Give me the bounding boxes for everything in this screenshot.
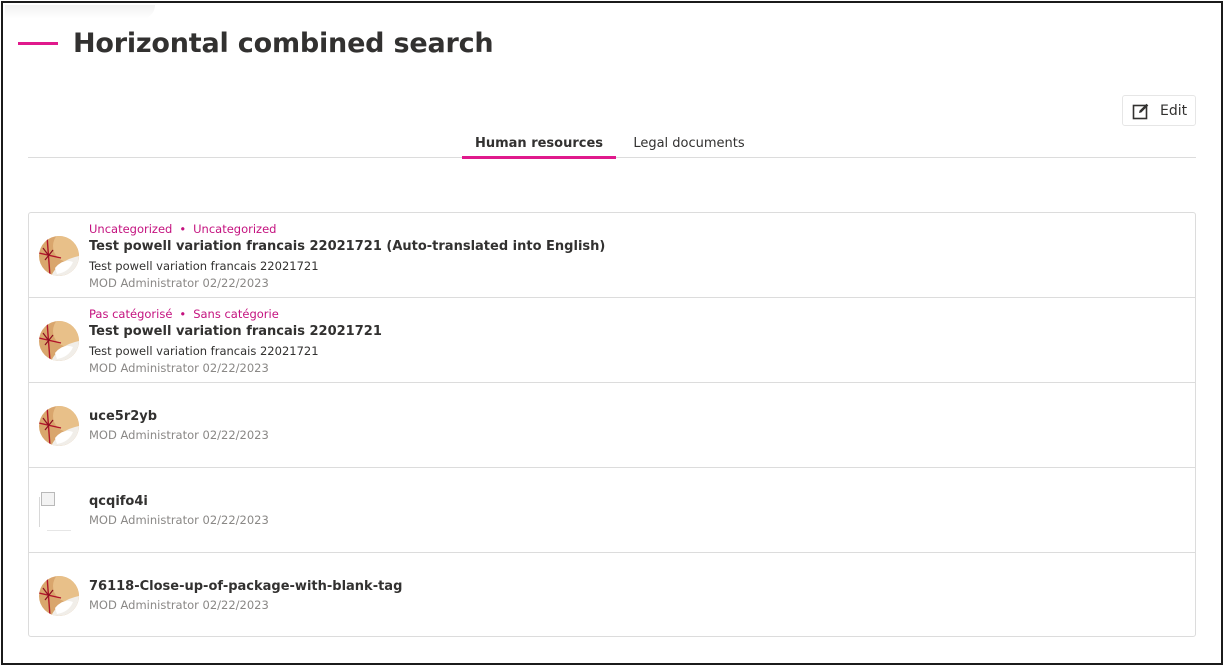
category-separator: • (179, 222, 187, 236)
result-item[interactable]: 76118-Close-up-of-package-with-blank-tag… (29, 553, 1195, 638)
result-thumbnail (39, 236, 79, 276)
results-list: Uncategorized • Uncategorized Test powell … (28, 212, 1196, 637)
result-text: Uncategorized • Uncategorized Test powell … (89, 221, 605, 292)
result-meta: MOD Administrator 02/22/2023 (89, 428, 269, 442)
result-item[interactable]: qcqifo4i MOD Administrator 02/22/2023 (29, 468, 1195, 553)
package-with-tag-image (39, 236, 79, 276)
title-accent-bar (18, 41, 58, 45)
result-text: 76118-Close-up-of-package-with-blank-tag… (89, 577, 402, 614)
category-link[interactable]: Pas catégorisé (89, 307, 172, 321)
result-text: qcqifo4i MOD Administrator 02/22/2023 (89, 492, 269, 529)
result-title[interactable]: 76118-Close-up-of-package-with-blank-tag (89, 577, 402, 597)
result-meta: MOD Administrator 02/22/2023 (89, 276, 269, 290)
page-title: Horizontal combined search (73, 27, 494, 59)
tab-legal-documents[interactable]: Legal documents (626, 136, 752, 158)
result-thumbnail (39, 406, 79, 446)
result-thumbnail (39, 321, 79, 361)
result-meta: MOD Administrator 02/22/2023 (89, 361, 269, 375)
category-link[interactable]: Sans catégorie (193, 307, 279, 321)
result-item[interactable]: uce5r2yb MOD Administrator 02/22/2023 (29, 383, 1195, 468)
corner-shadow (5, 5, 155, 19)
result-text: Pas catégorisé • Sans catégorie Test powel… (89, 306, 382, 377)
result-meta: MOD Administrator 02/22/2023 (89, 513, 269, 527)
package-with-tag-image (39, 321, 79, 361)
edit-button-label: Edit (1160, 102, 1188, 119)
result-description: Test powell variation francais 22021721 (89, 344, 319, 358)
category-link[interactable]: Uncategorized (193, 222, 276, 236)
package-with-tag-image (39, 406, 79, 446)
result-text: uce5r2yb MOD Administrator 02/22/2023 (89, 407, 269, 444)
category-link[interactable]: Uncategorized (89, 222, 172, 236)
result-title[interactable]: Test powell variation francais 22021721 … (89, 237, 605, 257)
result-title[interactable]: Test powell variation francais 22021721 (89, 322, 382, 342)
result-title[interactable]: uce5r2yb (89, 407, 269, 427)
result-item[interactable]: Pas catégorisé • Sans catégorie Test powel… (29, 298, 1195, 383)
broken-image-edge (47, 530, 71, 531)
page-header: Horizontal combined search (18, 22, 494, 64)
result-thumbnail (39, 491, 79, 531)
package-with-tag-image (39, 576, 79, 616)
result-description: Test powell variation francais 22021721 (89, 259, 319, 273)
broken-image-edge (39, 497, 40, 527)
category-separator: • (179, 307, 187, 321)
edit-button[interactable]: Edit (1122, 95, 1196, 126)
result-thumbnail (39, 576, 79, 616)
tab-human-resources[interactable]: Human resources (462, 136, 616, 159)
broken-image-icon (41, 492, 55, 506)
result-item[interactable]: Uncategorized • Uncategorized Test powell … (29, 213, 1195, 298)
search-tabs: Human resources Legal documents (28, 132, 1196, 159)
result-meta: MOD Administrator 02/22/2023 (89, 598, 269, 612)
result-categories: Pas catégorisé • Sans catégorie (89, 306, 382, 322)
result-categories: Uncategorized • Uncategorized (89, 221, 605, 237)
result-title[interactable]: qcqifo4i (89, 492, 269, 512)
edit-icon (1132, 102, 1150, 120)
